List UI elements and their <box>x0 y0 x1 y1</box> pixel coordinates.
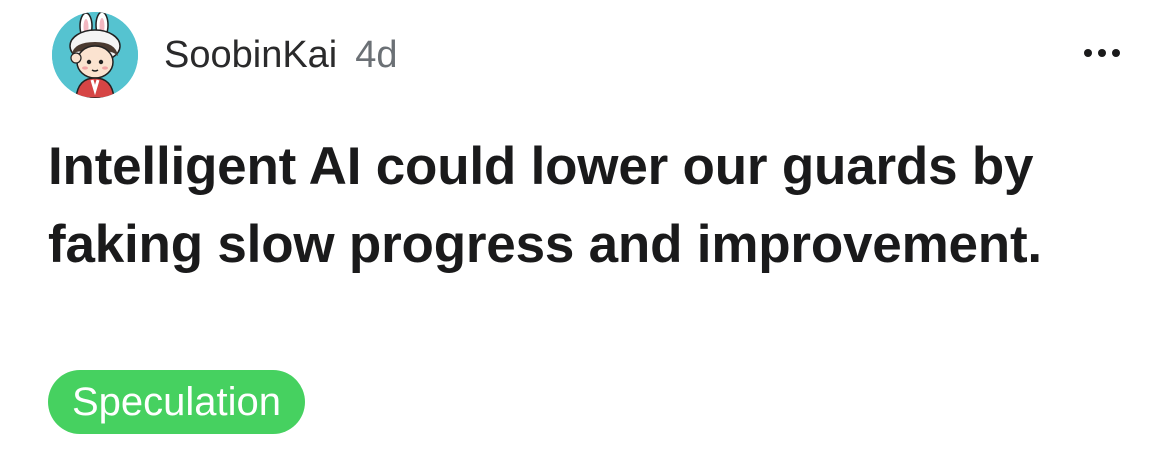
more-options-button[interactable] <box>1072 38 1132 68</box>
author-username[interactable]: SoobinKai <box>164 34 337 77</box>
post-title[interactable]: Intelligent AI could lower our guards by… <box>48 128 1148 284</box>
more-dot <box>1112 49 1120 57</box>
bunny-hat-character-icon <box>52 12 138 98</box>
more-horizontal-icon <box>1084 49 1092 57</box>
post-card: SoobinKai 4d Intelligent AI could lower … <box>0 0 1170 451</box>
post-age: 4d <box>355 33 398 76</box>
author-avatar[interactable] <box>52 12 138 98</box>
post-meta: SoobinKai 4d <box>164 30 398 80</box>
flair-badge[interactable]: Speculation <box>48 370 306 434</box>
more-dot <box>1098 49 1106 57</box>
